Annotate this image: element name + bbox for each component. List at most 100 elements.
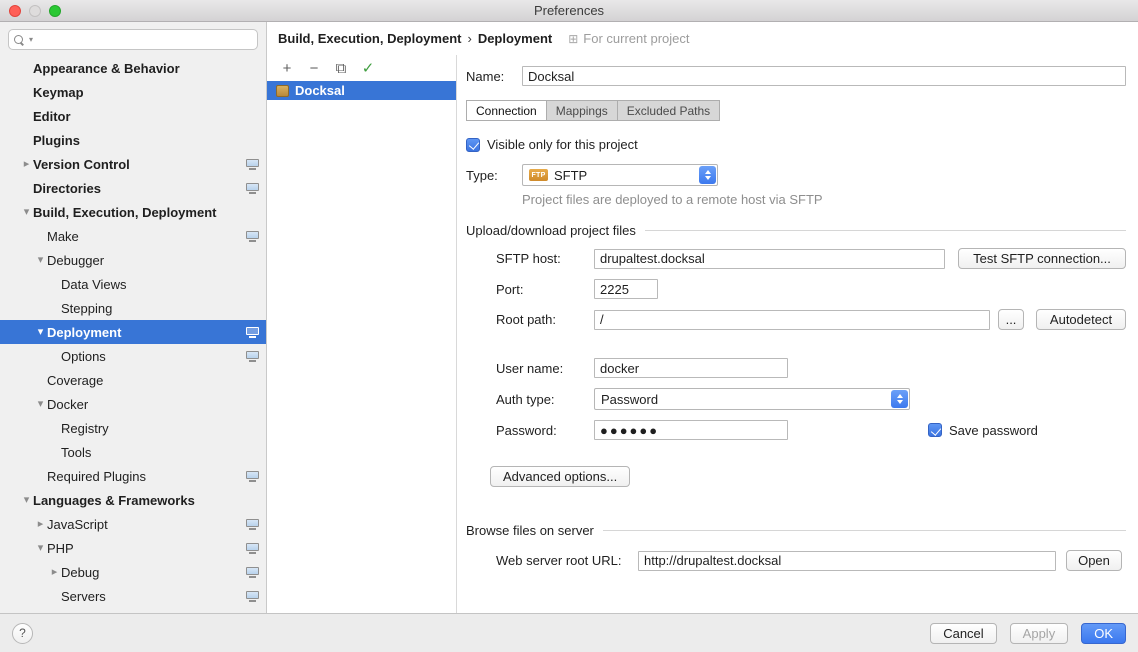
search-input[interactable] bbox=[36, 33, 252, 47]
breadcrumb-separator-icon: › bbox=[467, 31, 471, 46]
project-settings-icon bbox=[246, 543, 259, 554]
sidebar-item-javascript[interactable]: ▸ JavaScript bbox=[0, 512, 266, 536]
project-settings-icon bbox=[246, 183, 259, 194]
zoom-button[interactable] bbox=[49, 5, 61, 17]
test-connection-button[interactable]: Test SFTP connection... bbox=[958, 248, 1126, 269]
project-settings-icon bbox=[246, 591, 259, 602]
browse-button[interactable]: ... bbox=[998, 309, 1024, 330]
tab-connection[interactable]: Connection bbox=[466, 100, 547, 121]
window-title: Preferences bbox=[534, 3, 604, 18]
cancel-button[interactable]: Cancel bbox=[930, 623, 996, 644]
chevron-down-icon[interactable]: ▾ bbox=[20, 207, 33, 218]
server-list-item[interactable]: Docksal bbox=[267, 81, 456, 100]
sidebar-item-data-views[interactable]: Data Views bbox=[0, 272, 266, 296]
sidebar-item-languages-frameworks[interactable]: ▾ Languages & Frameworks bbox=[0, 488, 266, 512]
sidebar-item-debug[interactable]: ▸ Debug bbox=[0, 560, 266, 584]
user-name-input[interactable] bbox=[594, 358, 788, 378]
sidebar-item-php[interactable]: ▾ PHP bbox=[0, 536, 266, 560]
breadcrumb: Build, Execution, Deployment › Deploymen… bbox=[267, 22, 1138, 55]
check-icon[interactable]: ✓ bbox=[358, 58, 378, 78]
dialog-footer: ? Cancel Apply OK bbox=[0, 613, 1138, 652]
select-arrows-icon[interactable] bbox=[891, 390, 908, 408]
auth-type-select[interactable]: Password bbox=[594, 388, 910, 410]
breadcrumb-page[interactable]: Deployment bbox=[478, 31, 552, 46]
type-help-text: Project files are deployed to a remote h… bbox=[522, 192, 1126, 207]
search-field[interactable]: ▾ bbox=[8, 29, 258, 50]
select-arrows-icon[interactable] bbox=[699, 166, 716, 184]
checkbox-icon[interactable] bbox=[928, 423, 942, 437]
sftp-host-input[interactable] bbox=[594, 249, 945, 269]
sidebar-item-coverage[interactable]: Coverage bbox=[0, 368, 266, 392]
name-label: Name: bbox=[466, 69, 522, 84]
add-icon[interactable]: + bbox=[277, 58, 297, 78]
root-path-input[interactable] bbox=[594, 310, 990, 330]
project-settings-icon bbox=[246, 231, 259, 242]
remove-icon[interactable]: − bbox=[304, 58, 324, 78]
settings-sidebar: ▾ Appearance & Behavior Keymap Editor Pl… bbox=[0, 22, 267, 613]
sidebar-item-docker[interactable]: ▾ Docker bbox=[0, 392, 266, 416]
sidebar-item-tools[interactable]: Tools bbox=[0, 440, 266, 464]
save-password-checkbox[interactable]: Save password bbox=[928, 423, 1038, 438]
sidebar-item-stepping[interactable]: Stepping bbox=[0, 296, 266, 320]
chevron-down-icon[interactable]: ▾ bbox=[34, 543, 47, 554]
port-label: Port: bbox=[496, 282, 594, 297]
chevron-down-icon[interactable]: ▾ bbox=[34, 255, 47, 266]
breadcrumb-section[interactable]: Build, Execution, Deployment bbox=[278, 31, 461, 46]
web-root-label: Web server root URL: bbox=[496, 553, 638, 568]
sidebar-item-version-control[interactable]: ▸ Version Control bbox=[0, 152, 266, 176]
close-button[interactable] bbox=[9, 5, 21, 17]
sidebar-item-servers[interactable]: Servers bbox=[0, 584, 266, 608]
root-path-label: Root path: bbox=[496, 312, 594, 327]
sidebar-item-directories[interactable]: Directories bbox=[0, 176, 266, 200]
sidebar-item-registry[interactable]: Registry bbox=[0, 416, 266, 440]
scope-label: For current project bbox=[583, 31, 689, 46]
sidebar-item-make[interactable]: Make bbox=[0, 224, 266, 248]
copy-icon[interactable]: ⧉ bbox=[331, 58, 351, 78]
web-root-input[interactable] bbox=[638, 551, 1056, 571]
apply-button[interactable]: Apply bbox=[1010, 623, 1069, 644]
search-icon bbox=[14, 34, 26, 46]
sidebar-item-editor[interactable]: Editor bbox=[0, 104, 266, 128]
type-select[interactable]: FTP SFTP bbox=[522, 164, 718, 186]
deployment-form: Name: ConnectionMappingsExcluded Paths V… bbox=[457, 55, 1138, 613]
sidebar-item-required-plugins[interactable]: Required Plugins bbox=[0, 464, 266, 488]
server-list-panel: +−⧉ ✓ Docksal bbox=[267, 55, 457, 613]
chevron-right-icon[interactable]: ▸ bbox=[34, 519, 47, 530]
checkbox-icon[interactable] bbox=[466, 138, 480, 152]
help-button[interactable]: ? bbox=[12, 623, 33, 644]
minimize-button[interactable] bbox=[29, 5, 41, 17]
user-name-label: User name: bbox=[496, 361, 594, 376]
sidebar-item-deployment[interactable]: ▾ Deployment bbox=[0, 320, 266, 344]
open-button[interactable]: Open bbox=[1066, 550, 1122, 571]
port-input[interactable] bbox=[594, 279, 658, 299]
sidebar-item-plugins[interactable]: Plugins bbox=[0, 128, 266, 152]
name-input[interactable] bbox=[522, 66, 1126, 86]
sidebar-item-keymap[interactable]: Keymap bbox=[0, 80, 266, 104]
chevron-down-icon[interactable]: ▾ bbox=[20, 495, 33, 506]
type-value: SFTP bbox=[554, 168, 587, 183]
password-input[interactable] bbox=[594, 420, 788, 440]
chevron-down-icon[interactable]: ▾ bbox=[34, 399, 47, 410]
tab-mappings[interactable]: Mappings bbox=[546, 100, 618, 121]
chevron-down-icon[interactable]: ▾ bbox=[34, 327, 47, 338]
sidebar-item-build-execution-deployment[interactable]: ▾ Build, Execution, Deployment bbox=[0, 200, 266, 224]
advanced-options-button[interactable]: Advanced options... bbox=[490, 466, 630, 487]
divider bbox=[645, 230, 1126, 231]
tab-excluded-paths[interactable]: Excluded Paths bbox=[617, 100, 720, 121]
project-scope-icon: ⊞ bbox=[568, 33, 578, 45]
deployment-server-icon bbox=[276, 85, 289, 97]
chevron-right-icon[interactable]: ▸ bbox=[20, 159, 33, 170]
settings-tree: Appearance & Behavior Keymap Editor Plug… bbox=[0, 53, 266, 613]
project-settings-icon bbox=[246, 159, 259, 170]
save-password-label: Save password bbox=[949, 423, 1038, 438]
sidebar-item-options[interactable]: Options bbox=[0, 344, 266, 368]
password-label: Password: bbox=[496, 423, 594, 438]
sidebar-item-appearance-behavior[interactable]: Appearance & Behavior bbox=[0, 56, 266, 80]
project-settings-icon bbox=[246, 327, 259, 338]
sidebar-item-debugger[interactable]: ▾ Debugger bbox=[0, 248, 266, 272]
ok-button[interactable]: OK bbox=[1081, 623, 1126, 644]
chevron-right-icon[interactable]: ▸ bbox=[48, 567, 61, 578]
visible-only-label: Visible only for this project bbox=[487, 137, 638, 152]
autodetect-button[interactable]: Autodetect bbox=[1036, 309, 1126, 330]
visible-only-checkbox[interactable]: Visible only for this project bbox=[466, 137, 1126, 152]
